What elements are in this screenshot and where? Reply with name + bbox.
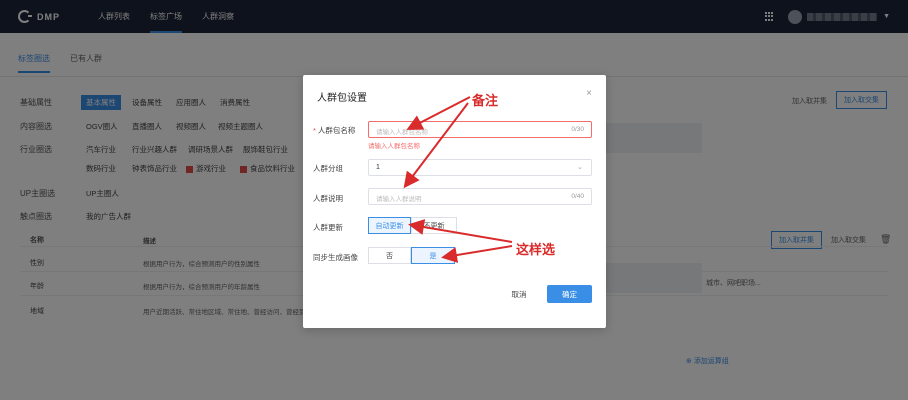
portrait-option-yes[interactable]: 是 — [411, 247, 455, 264]
name-label: * 人群包名称 — [313, 125, 355, 136]
group-value: 1 — [376, 164, 380, 171]
portrait-option-no[interactable]: 否 — [368, 247, 411, 264]
annotation-note-label: 备注 — [472, 93, 499, 108]
desc-input[interactable]: 请输入人群说明 0/40 — [368, 188, 592, 205]
desc-placeholder: 请输入人群说明 — [376, 196, 422, 203]
cancel-button[interactable]: 取消 — [498, 285, 540, 303]
group-label: 人群分组 — [313, 164, 343, 173]
confirm-button[interactable]: 确定 — [547, 285, 592, 303]
desc-char-count: 0/40 — [571, 193, 584, 200]
close-icon[interactable]: × — [586, 88, 592, 99]
group-select[interactable]: 1 ⌄ — [368, 159, 592, 176]
portrait-label: 同步生成画像 — [313, 253, 358, 262]
name-placeholder: 请输入人群包名称 — [376, 129, 428, 136]
update-label: 人群更新 — [313, 223, 343, 232]
update-option-auto[interactable]: 自动更新 — [368, 217, 411, 234]
annotation-choose-label: 这样选 — [516, 242, 556, 257]
name-input[interactable]: 请输入人群包名称 0/30 — [368, 121, 592, 138]
desc-label: 人群说明 — [313, 194, 343, 203]
name-char-count: 0/30 — [571, 126, 584, 133]
required-mark: * — [313, 126, 316, 135]
update-option-none[interactable]: 不更新 — [411, 217, 457, 234]
crowd-pack-settings-modal: 人群包设置 × * 人群包名称 请输入人群包名称 0/30 请输入人群包名称 人群… — [303, 75, 606, 328]
name-error-message: 请输入人群包名称 — [368, 143, 420, 150]
modal-title: 人群包设置 — [317, 93, 367, 104]
chevron-down-icon: ⌄ — [577, 164, 583, 171]
name-label-text: 人群包名称 — [317, 126, 356, 135]
